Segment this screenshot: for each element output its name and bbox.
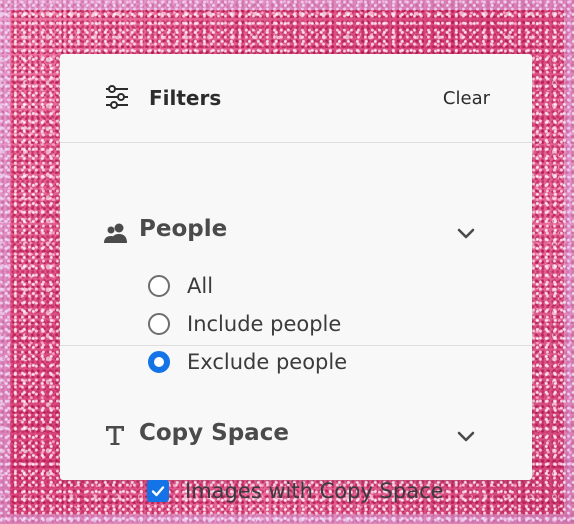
sliders-icon	[106, 85, 128, 109]
copy-space-section: Copy Space Images with Copy Space	[60, 346, 532, 503]
checkbox-label: Images with Copy Space	[185, 479, 444, 503]
radio-all[interactable]	[148, 275, 170, 297]
radio-option-all[interactable]: All	[148, 272, 213, 300]
radio-option-label: Include people	[187, 312, 342, 336]
text-type-icon	[106, 426, 124, 445]
clear-button[interactable]: Clear	[443, 88, 490, 109]
radio-option-label: All	[187, 274, 214, 298]
radio-include-people[interactable]	[148, 313, 170, 335]
checkbox-images-with-copy-space[interactable]	[147, 480, 169, 502]
copy-space-section-title: Copy Space	[139, 420, 289, 446]
chevron-down-icon[interactable]	[456, 426, 476, 446]
checkmark-icon	[151, 486, 165, 497]
people-section-title: People	[139, 216, 228, 242]
people-icon	[104, 223, 127, 243]
checkbox-option-copy-space[interactable]: Images with Copy Space	[147, 477, 444, 505]
chevron-down-icon[interactable]	[456, 223, 476, 243]
people-section: People All Include people Exclude people	[60, 143, 532, 374]
radio-option-include-people[interactable]: Include people	[148, 310, 341, 338]
filters-panel: Filters Clear People All Include people …	[60, 54, 532, 503]
filters-header: Filters Clear	[60, 54, 532, 143]
filters-title: Filters	[149, 86, 222, 110]
